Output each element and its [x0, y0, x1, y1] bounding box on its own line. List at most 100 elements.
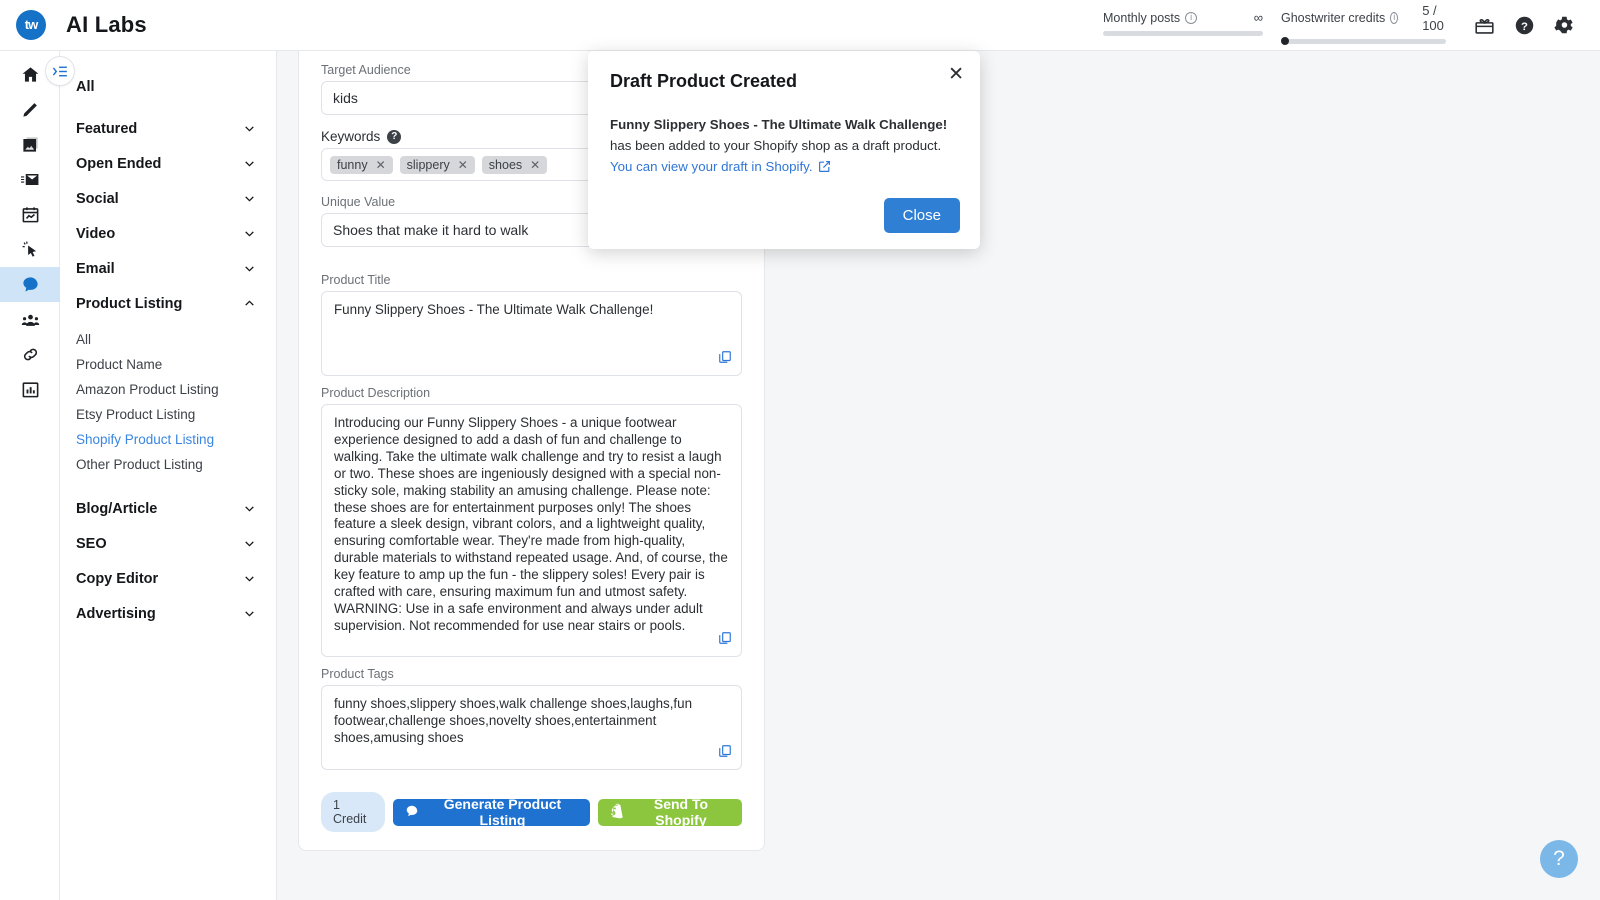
sidebar-item-amazon-product-listing[interactable]: Amazon Product Listing: [60, 377, 276, 402]
product-description-textarea[interactable]: Introducing our Funny Slippery Shoes - a…: [321, 404, 742, 657]
generate-product-listing-button[interactable]: Generate Product Listing: [393, 796, 590, 828]
product-tags-field: Product Tags funny shoes,slippery shoes,…: [321, 667, 742, 770]
sidebar-subitem-label: Other Product Listing: [76, 457, 203, 472]
sidebar-item-label: Copy Editor: [76, 570, 159, 587]
gear-icon[interactable]: [1544, 5, 1584, 45]
sidebar-item-label: Featured: [76, 120, 138, 137]
generate-button-label: Generate Product Listing: [443, 796, 562, 828]
copy-icon[interactable]: [718, 744, 732, 763]
view-draft-in-shopify-link[interactable]: You can view your draft in Shopify.: [610, 159, 813, 174]
link-icon: [23, 348, 37, 361]
sidebar-group-email[interactable]: Email: [60, 251, 276, 286]
rail-item-audience[interactable]: [0, 302, 60, 337]
keywords-label-text: Keywords: [321, 129, 381, 144]
keyword-chip[interactable]: funny ✕: [330, 155, 393, 174]
sidebar-group-social[interactable]: Social: [60, 181, 276, 216]
sidebar-group-open-ended[interactable]: Open Ended: [60, 146, 276, 181]
ghostwriter-credits-meter: Ghostwriter credits i 5 / 100: [1281, 2, 1446, 45]
product-tags-textarea[interactable]: funny shoes,slippery shoes,walk challeng…: [321, 685, 742, 770]
sidebar-group-advertising[interactable]: Advertising: [60, 596, 276, 631]
rail-item-links[interactable]: [0, 337, 60, 372]
sidebar-item-label: Open Ended: [76, 155, 162, 172]
help-circle-icon[interactable]: ?: [1504, 5, 1544, 45]
page-title: AI Labs: [66, 12, 147, 37]
modal-product-name: Funny Slippery Shoes - The Ultimate Walk…: [610, 117, 948, 132]
product-tags-label: Product Tags: [321, 667, 394, 681]
chevron-down-icon: [243, 157, 256, 170]
sidebar-group-video[interactable]: Video: [60, 216, 276, 251]
sidebar-subitem-label: All: [76, 332, 92, 347]
product-description-field: Product Description Introducing our Funn…: [321, 386, 742, 657]
sidebar-group-copy-editor[interactable]: Copy Editor: [60, 561, 276, 596]
sidebar-toggle[interactable]: [45, 56, 75, 86]
sidebar-group-blog-article[interactable]: Blog/Article: [60, 491, 276, 526]
action-bar: 1 Credit Generate Product Listing Send T…: [321, 792, 742, 832]
product-title-field: Product Title Funny Slippery Shoes - The…: [321, 273, 742, 376]
close-icon[interactable]: ✕: [376, 159, 386, 171]
click-cursor-icon: [21, 241, 36, 257]
sidebar-item-label: Email: [76, 260, 115, 277]
ghostwriter-credits-label: Ghostwriter credits: [1281, 10, 1386, 25]
product-title-textarea[interactable]: Funny Slippery Shoes - The Ultimate Walk…: [321, 291, 742, 376]
monthly-posts-progress: [1103, 31, 1263, 36]
rail-item-analytics[interactable]: [0, 372, 60, 407]
monthly-posts-meter: Monthly posts i ∞: [1103, 10, 1263, 36]
sidebar-item-all[interactable]: All: [60, 69, 276, 104]
sidebar-item-shopify-product-listing[interactable]: Shopify Product Listing: [60, 427, 276, 452]
chevron-down-icon: [243, 572, 256, 585]
keyword-chip[interactable]: shoes ✕: [481, 155, 548, 174]
rail-item-write[interactable]: [0, 92, 60, 127]
bar-chart-icon: [22, 382, 38, 398]
chevron-down-icon: [243, 502, 256, 515]
keyword-chip-label: shoes: [488, 157, 523, 172]
close-icon[interactable]: ✕: [948, 65, 964, 84]
sidebar-group-product-listing[interactable]: Product Listing: [60, 286, 276, 321]
sidebar-item-other-product-listing[interactable]: Other Product Listing: [60, 452, 276, 477]
sidebar-group-seo[interactable]: SEO: [60, 526, 276, 561]
keyword-chip-label: funny: [337, 157, 368, 172]
rail-item-ai-labs[interactable]: [0, 267, 60, 302]
keyword-chip-label: slippery: [406, 157, 450, 172]
sidebar-group-featured[interactable]: Featured: [60, 111, 276, 146]
home-icon: [22, 67, 38, 82]
rail-item-calendar[interactable]: [0, 197, 60, 232]
brand-logo-text: tw: [24, 16, 38, 32]
send-to-shopify-button[interactable]: Send To Shopify: [597, 796, 742, 828]
keyword-chip[interactable]: slippery ✕: [399, 155, 475, 174]
sidebar-subitem-label: Product Name: [76, 357, 163, 372]
help-fab-button[interactable]: ?: [1540, 840, 1578, 878]
info-icon[interactable]: i: [1185, 11, 1198, 24]
monthly-posts-value: ∞: [1253, 10, 1263, 25]
email-icon: [20, 173, 38, 186]
sidebar-item-label: Video: [76, 225, 116, 242]
people-icon: [21, 314, 39, 326]
external-link-icon[interactable]: [818, 158, 831, 179]
sidebar-item-label: Social: [76, 190, 119, 207]
sidebar-item-etsy-product-listing[interactable]: Etsy Product Listing: [60, 402, 276, 427]
brand-logo[interactable]: tw: [16, 10, 46, 40]
sidebar-item-all-product[interactable]: All: [60, 327, 276, 352]
modal-title: Draft Product Created: [610, 71, 798, 91]
sidebar-item-product-name[interactable]: Product Name: [60, 352, 276, 377]
gift-icon[interactable]: [1464, 5, 1504, 45]
shopify-icon: [610, 803, 624, 822]
rail-item-automation[interactable]: [0, 232, 60, 267]
chevron-down-icon: [243, 192, 256, 205]
copy-icon[interactable]: [718, 631, 732, 650]
ghostwriter-credits-value: 5 / 100: [1422, 2, 1444, 33]
close-icon[interactable]: ✕: [458, 159, 468, 171]
close-icon[interactable]: ✕: [530, 159, 540, 171]
info-icon[interactable]: i: [1390, 11, 1399, 24]
chat-bubble-icon: [22, 277, 38, 292]
credit-badge: 1 Credit: [321, 792, 385, 832]
sidebar-subitem-label: Amazon Product Listing: [76, 382, 219, 397]
product-title-label: Product Title: [321, 273, 391, 287]
copy-icon[interactable]: [718, 350, 732, 369]
image-icon: [22, 137, 38, 152]
sidebar-subitem-label: Etsy Product Listing: [76, 407, 196, 422]
rail-item-email[interactable]: [0, 162, 60, 197]
help-icon[interactable]: ?: [387, 129, 402, 144]
modal-close-button[interactable]: Close: [883, 198, 960, 233]
sidebar-item-label: Blog/Article: [76, 500, 158, 517]
rail-item-images[interactable]: [0, 127, 60, 162]
